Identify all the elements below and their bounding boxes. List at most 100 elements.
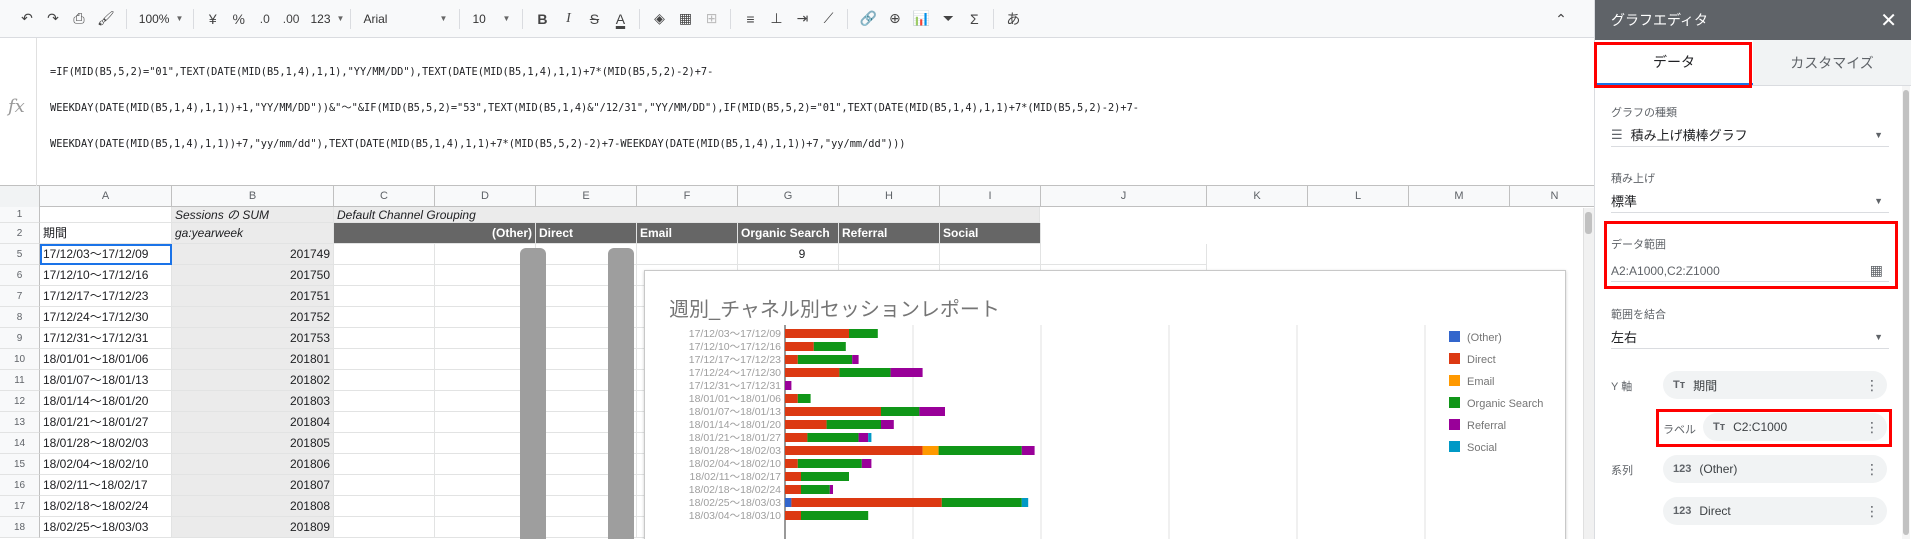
y-axis-field[interactable]: Tт 期間 ⋮ [1663, 371, 1887, 399]
column-header[interactable]: J [1041, 186, 1207, 207]
column-header[interactable]: D [435, 186, 536, 207]
cell[interactable] [334, 307, 435, 328]
cell[interactable]: 201806 [172, 454, 334, 475]
column-header[interactable]: C [334, 186, 435, 207]
zoom-select[interactable]: 100% ▼ [133, 6, 187, 32]
cell[interactable]: 18/02/25～18/03/03 [40, 517, 172, 538]
cell[interactable]: 9 [738, 244, 839, 265]
cell[interactable] [1041, 244, 1207, 265]
cell[interactable]: 17/12/10～17/12/16 [40, 265, 172, 286]
italic-button[interactable]: I [555, 6, 581, 32]
cell[interactable]: Email [637, 223, 738, 244]
row-header[interactable]: 13 [0, 412, 40, 433]
increase-decimal-button[interactable]: .00 [278, 6, 305, 32]
cell[interactable]: 17/12/17～17/12/23 [40, 286, 172, 307]
cell[interactable] [334, 328, 435, 349]
cell[interactable]: 201801 [172, 349, 334, 370]
chart[interactable]: 週別_チャネル別セッションレポート 17/12/03～17/12/09 17/12… [644, 270, 1566, 539]
column-header[interactable]: E [536, 186, 637, 207]
cell[interactable]: 201753 [172, 328, 334, 349]
vertical-align-icon[interactable]: ⊥ [763, 6, 789, 32]
tab-data[interactable]: データ [1595, 40, 1753, 85]
cell[interactable]: 18/01/07～18/01/13 [40, 370, 172, 391]
cell[interactable]: 18/02/11～18/02/17 [40, 475, 172, 496]
row-header[interactable]: 9 [0, 328, 40, 349]
insert-chart-icon[interactable]: 📊 [908, 6, 935, 32]
bold-button[interactable]: B [529, 6, 555, 32]
combine-select[interactable]: 左右 ▼ [1611, 325, 1889, 349]
number-format-select[interactable]: 123 ▼ [304, 6, 344, 32]
cell[interactable]: 201802 [172, 370, 334, 391]
cell[interactable] [334, 370, 435, 391]
cell[interactable]: 期間 [40, 223, 172, 244]
series-item[interactable]: 123 (Other) ⋮ [1663, 455, 1887, 483]
cell[interactable]: ga:yearweek [172, 223, 334, 244]
cell[interactable]: 201808 [172, 496, 334, 517]
cell[interactable] [334, 412, 435, 433]
column-header[interactable]: A [40, 186, 172, 207]
undo-icon[interactable]: ↶ [14, 6, 40, 32]
formula-input[interactable]: =IF(MID(B5,5,2)="01",TEXT(DATE(MID(B5,1,… [50, 42, 1580, 174]
cell[interactable]: 201751 [172, 286, 334, 307]
paint-format-icon[interactable]: 🖌 [92, 6, 120, 32]
cell[interactable]: 201805 [172, 433, 334, 454]
column-header[interactable]: B [172, 186, 334, 207]
cell[interactable]: 201809 [172, 517, 334, 538]
decrease-decimal-button[interactable]: .0 [252, 6, 278, 32]
column-header[interactable]: K [1207, 186, 1308, 207]
cell[interactable]: 17/12/24～17/12/30 [40, 307, 172, 328]
row-header[interactable]: 16 [0, 475, 40, 496]
cell[interactable]: Direct [536, 223, 637, 244]
cell[interactable]: 18/01/14～18/01/20 [40, 391, 172, 412]
horizontal-align-icon[interactable]: ≡ [737, 6, 763, 32]
more-vert-icon[interactable]: ⋮ [1865, 377, 1879, 394]
cell[interactable]: 18/02/18～18/02/24 [40, 496, 172, 517]
row-header[interactable]: 12 [0, 391, 40, 412]
font-select[interactable]: Arial ▼ [357, 6, 453, 32]
cell[interactable] [40, 207, 172, 223]
cell[interactable]: Sessions の SUM [172, 207, 334, 223]
select-all-corner[interactable] [0, 186, 40, 207]
row-header[interactable]: 17 [0, 496, 40, 517]
cell[interactable]: 18/02/04～18/02/10 [40, 454, 172, 475]
cell[interactable] [334, 391, 435, 412]
strikethrough-button[interactable]: S [581, 6, 607, 32]
cell[interactable]: 17/12/31～17/12/31 [40, 328, 172, 349]
stacking-select[interactable]: 標準 ▼ [1611, 189, 1889, 213]
cell[interactable]: Default Channel Grouping [334, 207, 1040, 223]
cell[interactable] [334, 433, 435, 454]
row-header[interactable]: 14 [0, 433, 40, 454]
cell[interactable] [637, 244, 738, 265]
panel-scrollbar-thumb[interactable] [1903, 90, 1909, 535]
row-header[interactable]: 15 [0, 454, 40, 475]
cell[interactable]: 18/01/21～18/01/27 [40, 412, 172, 433]
cell[interactable]: (Other) [334, 223, 536, 244]
chart-type-select[interactable]: ☰ 積み上げ横棒グラフ ▼ [1611, 123, 1889, 147]
row-header[interactable]: 18 [0, 517, 40, 538]
currency-button[interactable]: ¥ [200, 6, 226, 32]
text-color-button[interactable]: A [607, 6, 633, 32]
fill-color-icon[interactable]: ◈ [646, 6, 672, 32]
cell[interactable]: 201804 [172, 412, 334, 433]
column-header[interactable]: L [1308, 186, 1409, 207]
cell[interactable] [334, 496, 435, 517]
cell[interactable] [334, 286, 435, 307]
cell[interactable] [334, 265, 435, 286]
row-header[interactable]: 1 [0, 207, 40, 223]
cell[interactable]: Social [940, 223, 1041, 244]
functions-button[interactable]: Σ [961, 6, 987, 32]
cell[interactable]: 201803 [172, 391, 334, 412]
scrollbar-thumb[interactable] [1585, 212, 1592, 234]
close-icon[interactable]: ✕ [1880, 8, 1897, 33]
row-header[interactable]: 5 [0, 244, 40, 265]
data-range-input[interactable]: A2:A1000,C2:Z1000 ▦ [1611, 260, 1889, 282]
tab-customize[interactable]: カスタマイズ [1753, 40, 1911, 85]
grid-select-icon[interactable]: ▦ [1870, 262, 1883, 279]
cell[interactable]: 201807 [172, 475, 334, 496]
cell[interactable] [334, 517, 435, 538]
redo-icon[interactable]: ↷ [40, 6, 66, 32]
row-header[interactable]: 6 [0, 265, 40, 286]
cell[interactable] [334, 454, 435, 475]
more-vert-icon[interactable]: ⋮ [1865, 503, 1879, 520]
borders-icon[interactable]: ▦ [672, 6, 698, 32]
